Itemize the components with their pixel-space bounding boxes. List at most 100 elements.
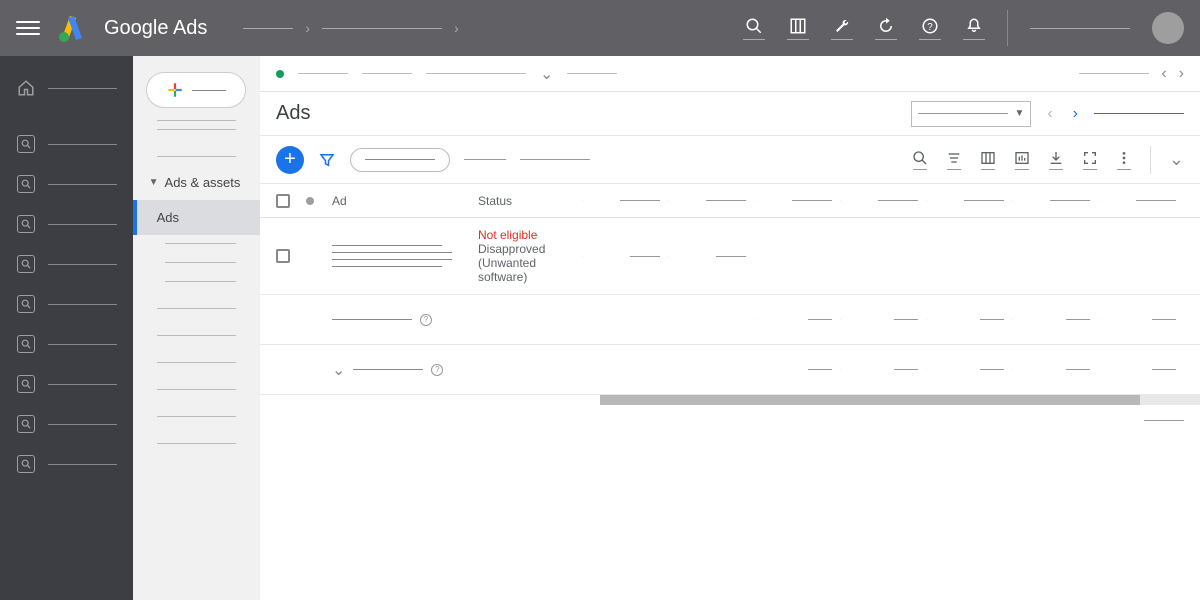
nav-home[interactable] [0, 68, 133, 108]
totals-row: ? [260, 295, 1200, 345]
wrench-icon [833, 17, 851, 35]
info-icon[interactable]: ? [431, 364, 443, 376]
notifications-button[interactable] [963, 17, 985, 40]
download-button[interactable] [1048, 150, 1064, 170]
divider [1150, 146, 1151, 174]
status-dot-icon[interactable] [306, 197, 314, 205]
search-icon [912, 150, 928, 166]
column-status[interactable]: Status [478, 194, 582, 208]
search-icon [21, 219, 31, 229]
column-metric[interactable] [926, 200, 1012, 201]
search-icon [21, 299, 31, 309]
add-ad-button[interactable]: + [276, 146, 304, 174]
svg-text:?: ? [927, 21, 933, 32]
create-button[interactable] [146, 72, 246, 108]
account-name[interactable] [1030, 28, 1130, 29]
search-table-button[interactable] [912, 150, 928, 170]
context-item[interactable] [567, 73, 617, 74]
more-button[interactable] [1116, 150, 1132, 170]
search-button[interactable] [743, 17, 765, 40]
reports-button[interactable] [1014, 150, 1030, 170]
next-period[interactable]: › [1069, 105, 1082, 123]
nav-item[interactable] [0, 444, 133, 484]
nav-item[interactable] [0, 404, 133, 444]
search-icon [21, 419, 31, 429]
context-item[interactable] [298, 73, 348, 74]
status-detail: Disapproved (Unwanted software) [478, 242, 582, 284]
expand-button[interactable] [1082, 150, 1098, 170]
help-icon: ? [921, 17, 939, 35]
search-icon [745, 17, 763, 35]
column-metric[interactable] [754, 200, 840, 201]
show-chart-link[interactable] [1094, 113, 1184, 114]
brand-name: Google Ads [104, 17, 207, 40]
nav-item[interactable] [0, 124, 133, 164]
segment-button[interactable] [946, 150, 962, 170]
context-item[interactable] [1079, 73, 1149, 74]
panel-group-label: Ads & assets [165, 175, 241, 190]
breadcrumb-item[interactable] [243, 28, 293, 29]
context-item[interactable] [426, 73, 526, 74]
avatar[interactable] [1152, 12, 1184, 44]
chevron-down-icon: ▼ [1014, 108, 1024, 119]
panel-group-ads-assets[interactable]: ▼ Ads & assets [133, 165, 260, 200]
chevron-down-icon[interactable]: ⌄ [332, 360, 345, 380]
column-metric[interactable] [840, 200, 926, 201]
header-tools: ? [743, 10, 1184, 46]
nav-item[interactable] [0, 204, 133, 244]
search-icon [21, 339, 31, 349]
nav-item[interactable] [0, 284, 133, 324]
download-icon [1048, 150, 1064, 166]
info-icon[interactable]: ? [420, 314, 432, 326]
bell-icon [965, 17, 983, 35]
search-icon [21, 459, 31, 469]
nav-item[interactable] [0, 364, 133, 404]
refresh-icon [877, 17, 895, 35]
select-all-checkbox[interactable] [276, 194, 290, 208]
chevron-right-icon: › [305, 20, 310, 36]
nav-item[interactable] [0, 244, 133, 284]
context-item[interactable] [362, 73, 412, 74]
help-button[interactable]: ? [919, 17, 941, 40]
page-title-row: Ads ▼ ‹ › [260, 92, 1200, 136]
filter-icon[interactable] [318, 151, 336, 169]
status-main: Not eligible [478, 228, 582, 242]
refresh-button[interactable] [875, 17, 897, 40]
search-icon [21, 179, 31, 189]
expand-icon [1082, 150, 1098, 166]
chevron-right-icon[interactable]: › [1179, 65, 1184, 83]
chevron-left-icon[interactable]: ‹ [1161, 65, 1166, 83]
columns-button[interactable] [980, 150, 996, 170]
table-row[interactable]: Not eligible Disapproved (Unwanted softw… [260, 218, 1200, 295]
left-nav [0, 56, 133, 600]
totals-row: ⌄? [260, 345, 1200, 395]
row-checkbox[interactable] [276, 249, 290, 263]
status-cell: Not eligible Disapproved (Unwanted softw… [478, 228, 582, 284]
filter-chip[interactable] [350, 148, 450, 172]
panel-item-label: Ads [157, 210, 179, 225]
search-icon [21, 379, 31, 389]
panel-item-ads[interactable]: Ads [133, 200, 260, 235]
column-metric[interactable] [582, 200, 668, 201]
nav-item[interactable] [0, 324, 133, 364]
chevron-down-icon[interactable]: ⌄ [540, 64, 553, 84]
more-vert-icon [1116, 150, 1132, 166]
column-metric[interactable] [668, 200, 754, 201]
prev-period[interactable]: ‹ [1043, 105, 1056, 123]
nav-item[interactable] [0, 164, 133, 204]
breadcrumb-item[interactable] [322, 28, 442, 29]
chevron-right-icon: › [454, 20, 459, 36]
ad-preview [332, 245, 478, 267]
ads-table: Ad Status [260, 184, 1200, 600]
column-metric[interactable] [1098, 200, 1184, 201]
column-metric[interactable] [1012, 200, 1098, 201]
date-range-picker[interactable]: ▼ [911, 101, 1031, 127]
horizontal-scrollbar[interactable] [600, 395, 1200, 405]
menu-icon[interactable] [16, 16, 40, 40]
tools-button[interactable] [831, 17, 853, 40]
columns-icon [980, 150, 996, 166]
secondary-panel: ▼ Ads & assets Ads [133, 56, 260, 600]
column-ad[interactable]: Ad [332, 194, 478, 208]
reports-button[interactable] [787, 17, 809, 40]
chevron-down-icon[interactable]: ⌄ [1169, 149, 1184, 170]
